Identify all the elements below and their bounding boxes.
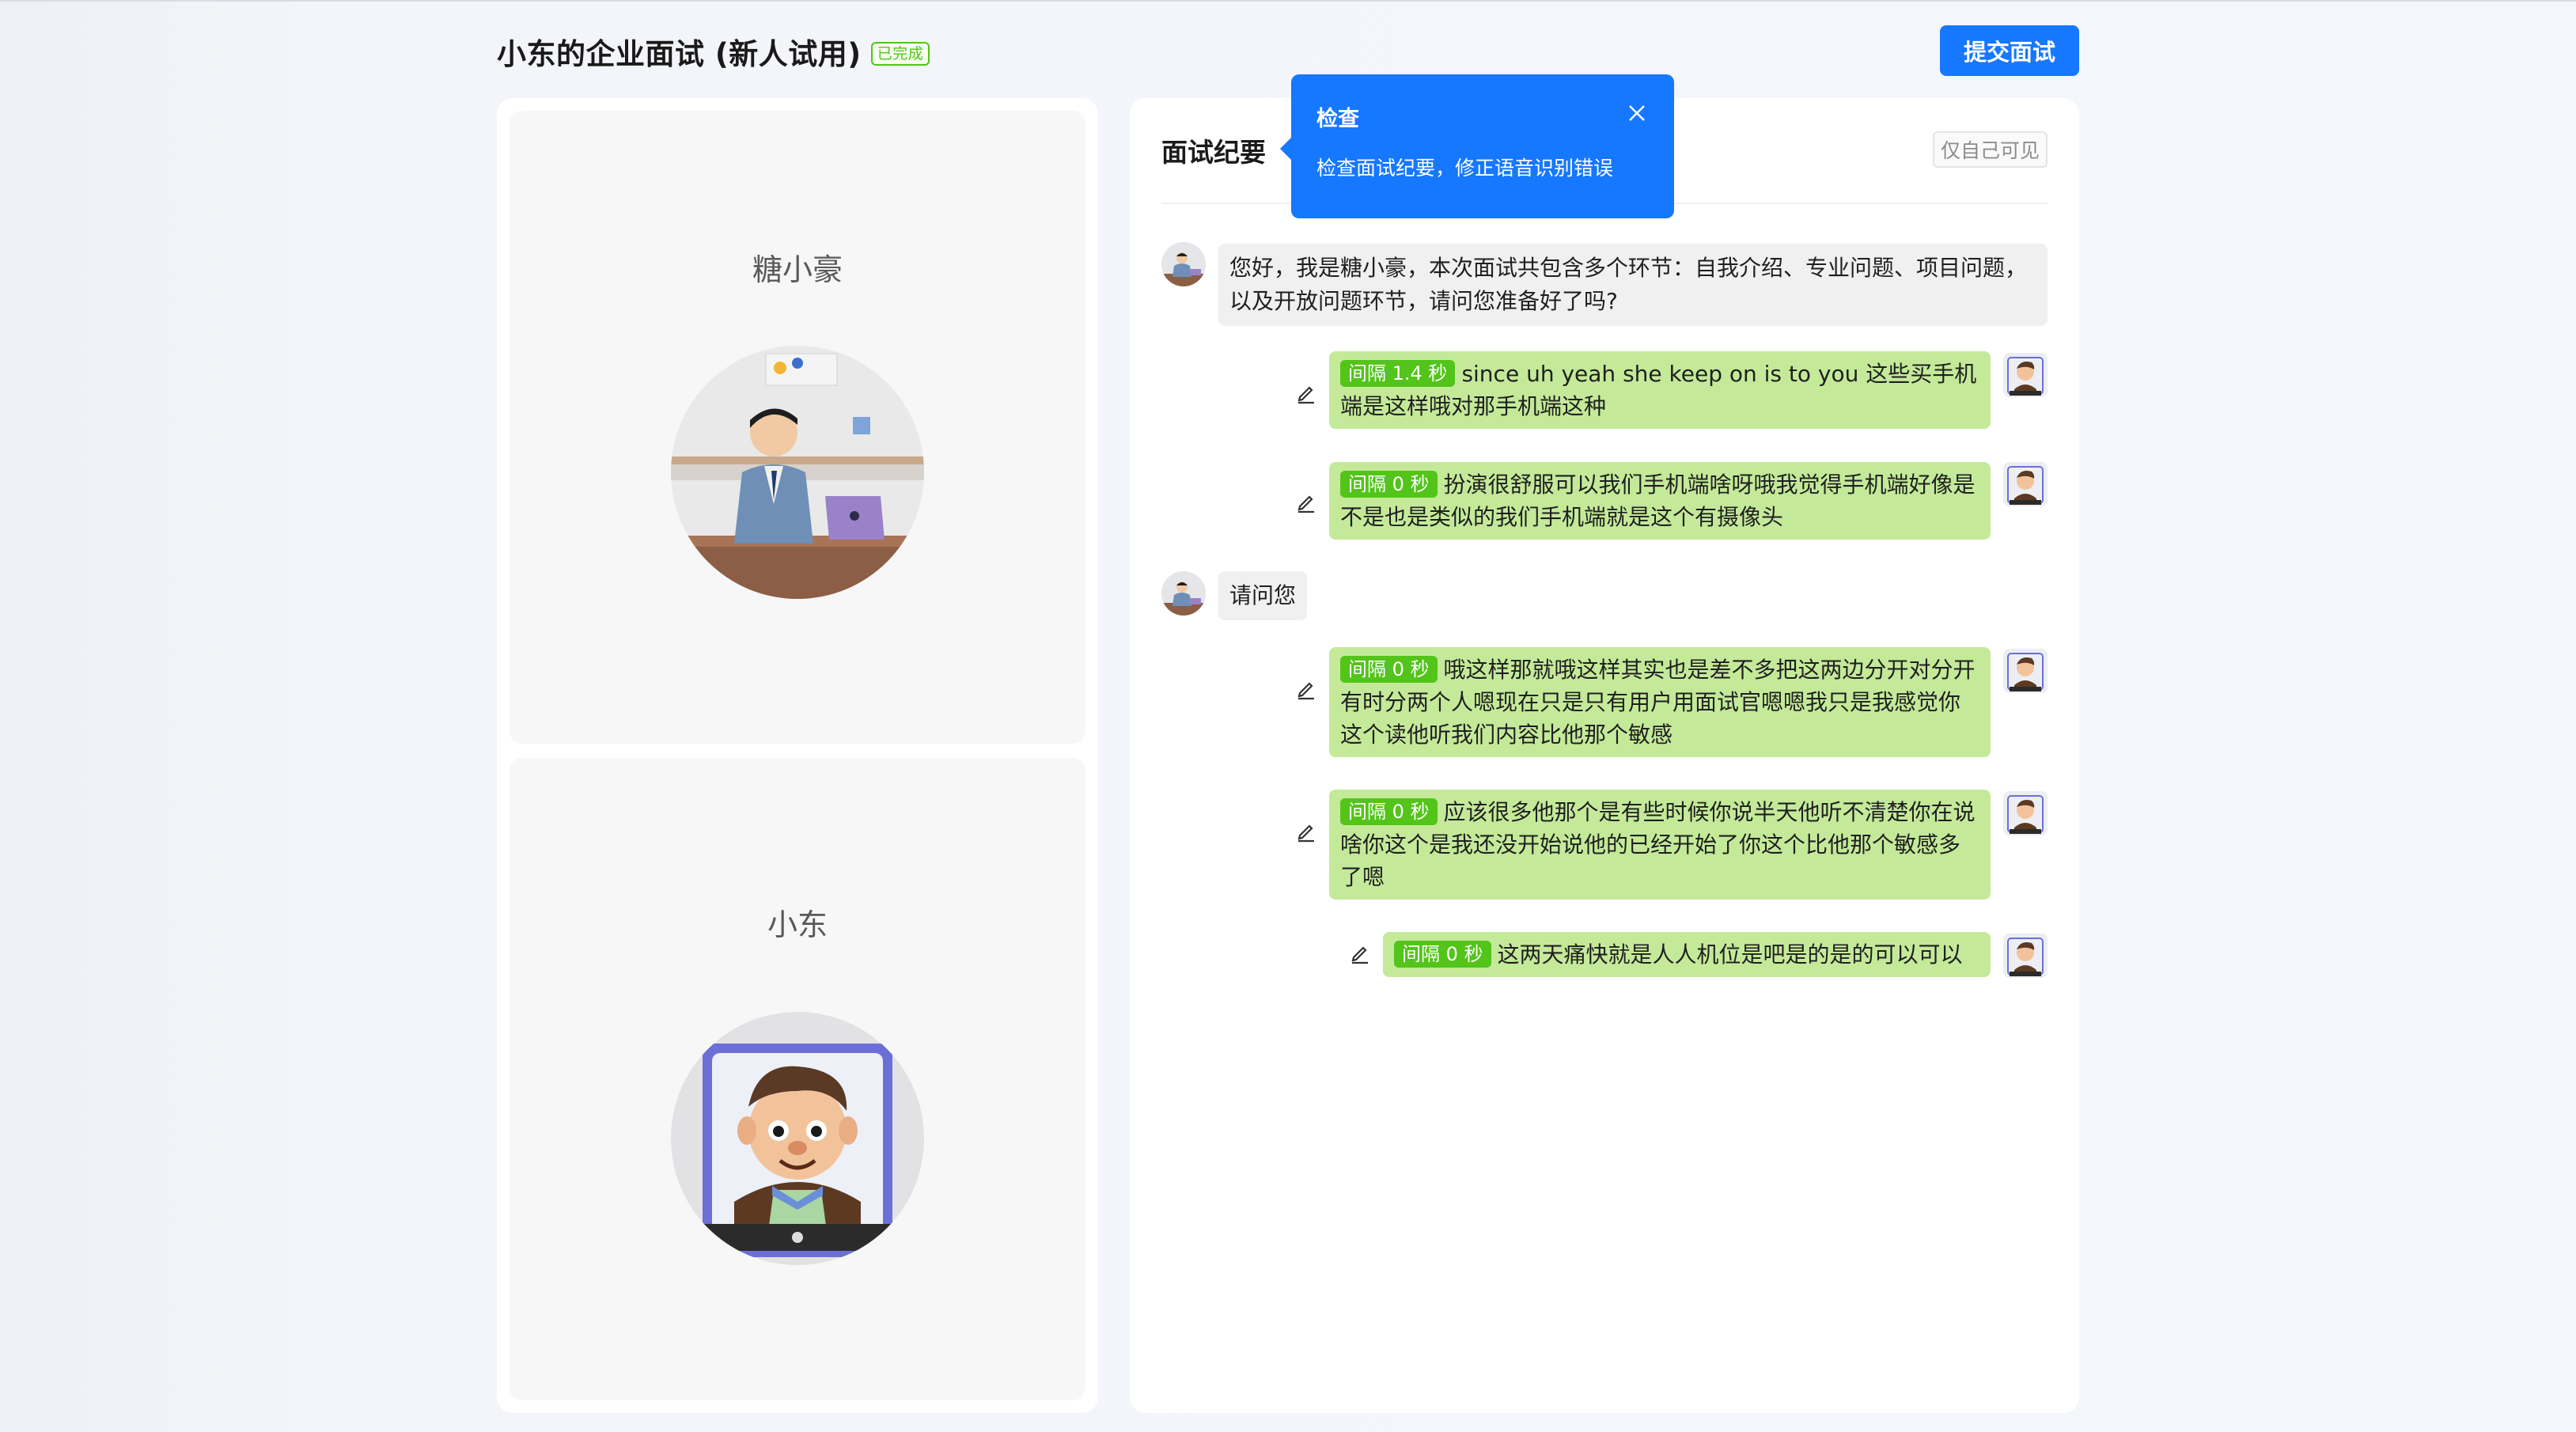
interviewer-avatar-icon <box>1161 242 1206 286</box>
minutes-title: 面试纪要 <box>1161 137 1266 168</box>
candidate-message-avatar <box>2003 462 2048 506</box>
interviewer-message-avatar <box>1161 242 1206 286</box>
candidate-message-avatar <box>2003 934 2048 978</box>
status-badge: 已完成 <box>870 42 930 66</box>
edit-icon[interactable] <box>1294 381 1318 405</box>
interviewer-name: 糖小豪 <box>752 252 843 287</box>
minutes-panel: 面试纪要 仅自己可见 您好，我是糖小豪，本次面试共包含多个环节：自我介绍、专业问… <box>1130 98 2079 1413</box>
top-border <box>0 0 2576 2</box>
check-tooltip: 检查 检查面试纪要，修正语音识别错误 <box>1280 74 1674 218</box>
candidate-message-avatar <box>2003 649 2048 693</box>
page-title-text: 小东的企业面试 (新人试用) <box>497 37 862 71</box>
interviewer-avatar-icon <box>1161 571 1206 616</box>
candidate-video-card: 小东 <box>510 758 1085 1400</box>
message-bubble: 间隔 0 秒扮演很舒服可以我们手机端啥呀哦我觉得手机端好像是不是也是类似的我们手… <box>1329 462 1991 540</box>
edit-icon[interactable] <box>1348 941 1372 965</box>
message-bubble: 请问您 <box>1218 571 1308 620</box>
interviewer-avatar <box>671 346 924 599</box>
message-bubble: 间隔 1.4 秒 since uh yeah she keep on is to … <box>1329 351 1991 429</box>
message-bubble: 间隔 0 秒哦这样那就哦这样其实也是差不多把这两边分开对分开有时分两个人嗯现在只… <box>1329 647 1991 757</box>
gap-tag: 间隔 0 秒 <box>1340 798 1438 825</box>
candidate-avatar-icon <box>2003 462 2048 506</box>
candidate-avatar-icon <box>2003 934 2048 978</box>
visibility-tag[interactable]: 仅自己可见 <box>1932 131 2048 168</box>
message-bubble: 间隔 0 秒这两天痛快就是人人机位是吧是的是的可以可以 <box>1383 932 1991 977</box>
candidate-name: 小东 <box>767 907 828 942</box>
candidate-avatar <box>671 1012 924 1265</box>
message-bubble: 您好，我是糖小豪，本次面试共包含多个环节：自我介绍、专业问题、项目问题，以及开放… <box>1218 244 2048 326</box>
candidate-illustration <box>671 1012 924 1265</box>
candidate-avatar-icon <box>2003 649 2048 693</box>
gap-tag: 间隔 0 秒 <box>1394 941 1491 968</box>
close-icon[interactable] <box>1627 103 1647 123</box>
interviewer-message-avatar <box>1161 571 1206 616</box>
video-panel: 糖小豪 小东 <box>497 98 1098 1413</box>
submit-interview-button[interactable]: 提交面试 <box>1940 25 2079 76</box>
message-text: 这两天痛快就是人人机位是吧是的是的可以可以 <box>1497 941 1963 968</box>
edit-icon[interactable] <box>1294 491 1318 514</box>
gap-tag: 间隔 0 秒 <box>1340 471 1438 498</box>
gap-tag: 间隔 1.4 秒 <box>1340 360 1456 387</box>
candidate-avatar-icon <box>2003 353 2048 397</box>
edit-icon[interactable] <box>1294 677 1318 701</box>
interviewer-video-card: 糖小豪 <box>510 111 1085 744</box>
page-title: 小东的企业面试 (新人试用) 已完成 <box>497 30 930 73</box>
gap-tag: 间隔 0 秒 <box>1340 656 1438 683</box>
candidate-avatar-icon <box>2003 791 2048 835</box>
candidate-message-avatar <box>2003 353 2048 397</box>
edit-icon[interactable] <box>1294 820 1318 843</box>
interviewer-illustration <box>671 346 924 599</box>
tooltip-title: 检查 <box>1316 107 1359 131</box>
candidate-message-avatar <box>2003 791 2048 835</box>
message-bubble: 间隔 0 秒应该很多他那个是有些时候你说半天他听不清楚你在说啥你这个是我还没开始… <box>1329 790 1991 900</box>
tooltip-text: 检查面试纪要，修正语音识别错误 <box>1316 157 1614 180</box>
